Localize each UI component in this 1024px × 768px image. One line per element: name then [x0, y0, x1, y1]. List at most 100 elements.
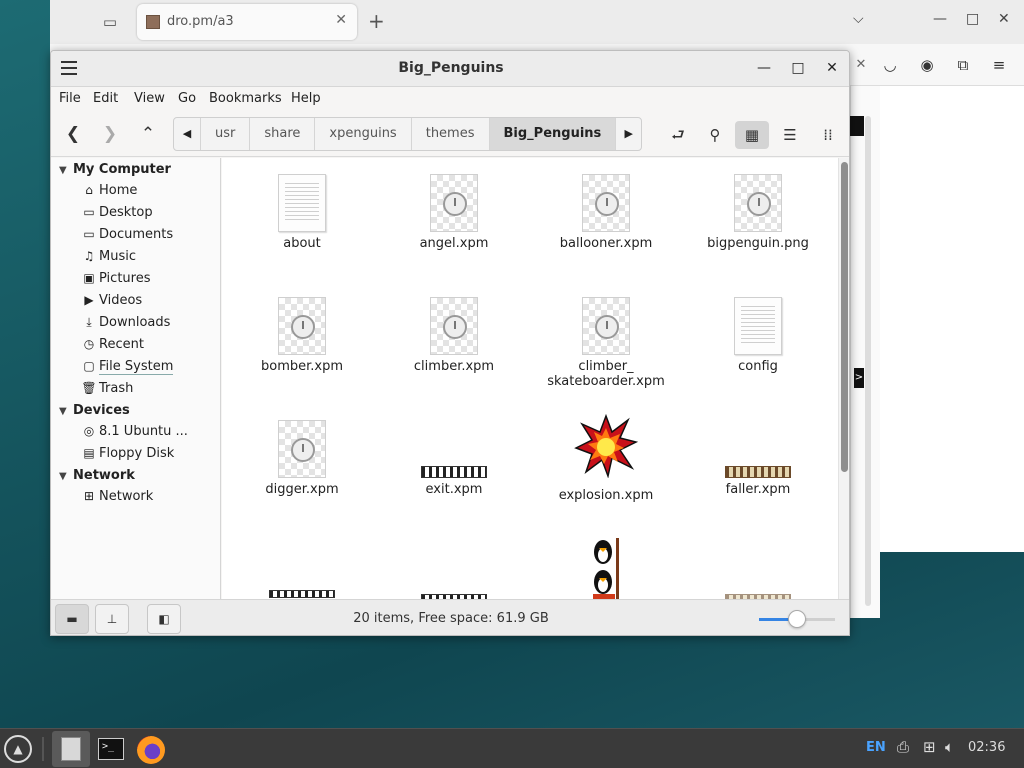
- file-item[interactable]: digger.xpm: [227, 420, 377, 497]
- browser-scrollbar[interactable]: [865, 116, 871, 606]
- file-name: faller.xpm: [725, 482, 791, 497]
- menu-bookmarks[interactable]: Bookmarks: [209, 91, 282, 106]
- taskbar-file-manager[interactable]: [52, 731, 90, 767]
- sidebar-item-floppy[interactable]: ▤ Floppy Disk: [79, 446, 174, 461]
- tab-close-icon[interactable]: ✕: [335, 12, 347, 28]
- pocket-icon[interactable]: ◡: [879, 54, 901, 76]
- menu-edit[interactable]: Edit: [93, 91, 118, 106]
- sidebar-item-downloads[interactable]: ⤓ Downloads: [79, 315, 170, 330]
- menu-view[interactable]: View: [134, 91, 165, 106]
- sidebar-item-recent[interactable]: ◷ Recent: [79, 337, 144, 352]
- browser-maximize-button[interactable]: □: [966, 11, 979, 27]
- zoom-slider[interactable]: [759, 610, 835, 628]
- breadcrumb-themes[interactable]: themes: [410, 118, 489, 150]
- file-item[interactable]: about: [227, 174, 377, 251]
- download-icon: ⤓: [86, 315, 92, 329]
- floppy-icon: ▤: [83, 446, 95, 460]
- page-dark-arrow: >: [854, 368, 864, 388]
- expand-triangle-icon: ▼: [59, 471, 67, 482]
- browser-minimize-button[interactable]: —: [933, 11, 947, 27]
- keyboard-layout-indicator[interactable]: EN: [866, 740, 886, 755]
- sidebar-item-pictures[interactable]: ▣ Pictures: [79, 271, 150, 286]
- browser-tab[interactable]: dro.pm/a3 ✕: [137, 4, 357, 40]
- pictures-icon: ▣: [83, 271, 95, 285]
- zoom-slider-handle[interactable]: [788, 610, 806, 628]
- menu-go[interactable]: Go: [178, 91, 196, 106]
- sidebar-item-network[interactable]: ⊞ Network: [79, 489, 153, 504]
- tab-list-chevron-icon[interactable]: ⌵: [853, 11, 864, 27]
- sidebar-close-icon[interactable]: ✕: [850, 54, 872, 76]
- file-icon-view: about angel.xpm ballooner.xpm bigpenguin…: [222, 158, 849, 599]
- maximize-button[interactable]: □: [789, 60, 807, 76]
- sidebar-item-home[interactable]: ⌂ Home: [79, 183, 137, 198]
- file-item[interactable]: angel.xpm: [379, 174, 529, 251]
- start-menu-icon[interactable]: ▲: [4, 735, 32, 763]
- close-button[interactable]: ✕: [823, 60, 841, 76]
- compact-view-button[interactable]: ⁞⁞: [811, 121, 845, 149]
- breadcrumb-left-arrow-icon[interactable]: ◀: [174, 118, 200, 150]
- sidebar-item-music[interactable]: ♫ Music: [79, 249, 136, 264]
- sidebar: ▼ My Computer ⌂ Home ▭ Desktop ▭ Documents ♫…: [51, 158, 221, 599]
- new-tab-button[interactable]: +: [368, 9, 385, 33]
- breadcrumb-right-arrow-icon[interactable]: ▶: [615, 118, 641, 150]
- extensions-icon[interactable]: ⧉: [952, 54, 974, 76]
- network-status-icon[interactable]: ⊞: [923, 738, 936, 756]
- taskbar-terminal[interactable]: >_: [92, 731, 130, 767]
- sidebar-section-my-computer[interactable]: ▼ My Computer: [59, 162, 171, 177]
- sidebar-item-trash[interactable]: 🗑︎ Trash: [79, 381, 133, 396]
- search-icon[interactable]: ⚲: [698, 121, 732, 149]
- breadcrumb-usr[interactable]: usr: [200, 118, 249, 150]
- breadcrumb-big-penguins[interactable]: Big_Penguins: [488, 118, 616, 150]
- file-item[interactable]: climber.xpm: [379, 297, 529, 374]
- file-item[interactable]: exit.xpm: [379, 420, 529, 497]
- file-cabinet-icon: [61, 737, 81, 761]
- sidebar-item-desktop[interactable]: ▭ Desktop: [79, 205, 152, 220]
- file-item[interactable]: ballooner.xpm: [531, 174, 681, 251]
- sidebar-item-file-system[interactable]: ▢ File System: [79, 359, 174, 375]
- scrollbar[interactable]: [838, 158, 849, 599]
- browser-menu-icon[interactable]: ≡: [988, 54, 1010, 76]
- sidebar-item-ubuntu-disc[interactable]: ◎ 8.1 Ubuntu ...: [79, 424, 188, 439]
- scrollbar-thumb[interactable]: [841, 162, 848, 472]
- file-item[interactable]: bomber.xpm: [227, 297, 377, 374]
- taskbar-firefox[interactable]: [132, 731, 170, 767]
- sidebar-item-videos[interactable]: ▶ Videos: [79, 293, 142, 308]
- file-item[interactable]: faller.xpm: [683, 420, 833, 497]
- expand-triangle-icon: ▼: [59, 406, 67, 417]
- text-document-icon: [278, 174, 326, 232]
- file-item[interactable]: [531, 538, 681, 599]
- sidebar-section-network[interactable]: ▼ Network: [59, 468, 135, 483]
- sprite-strip-icon: [421, 466, 487, 478]
- menu-help[interactable]: Help: [291, 91, 321, 106]
- file-item[interactable]: explosion.xpm: [531, 414, 681, 503]
- file-item[interactable]: [227, 590, 377, 598]
- breadcrumb-share[interactable]: share: [249, 118, 314, 150]
- browser-close-button[interactable]: ✕: [998, 11, 1010, 27]
- taskbar-separator: [42, 737, 44, 761]
- clock[interactable]: 02:36: [968, 740, 1005, 755]
- network-icon: ⊞: [83, 489, 95, 503]
- file-name: config: [738, 359, 778, 374]
- up-button[interactable]: ⌃: [134, 121, 162, 147]
- file-item[interactable]: bigpenguin.png: [683, 174, 833, 251]
- volume-icon[interactable]: 🔈︎: [945, 738, 954, 756]
- minimize-button[interactable]: —: [755, 60, 773, 76]
- sidebar-section-devices[interactable]: ▼ Devices: [59, 403, 130, 418]
- account-icon[interactable]: ◉: [916, 54, 938, 76]
- menu-file[interactable]: File: [59, 91, 81, 106]
- file-item[interactable]: config: [683, 297, 833, 374]
- expand-triangle-icon: ▼: [59, 165, 67, 176]
- printer-icon[interactable]: ⎙: [897, 738, 909, 756]
- firefox-icon: [137, 736, 165, 764]
- breadcrumb-xpenguins[interactable]: xpenguins: [314, 118, 410, 150]
- toolbar: ❮ ❯ ⌃ ◀ usr share xpenguins themes Big_P…: [51, 111, 849, 157]
- back-button[interactable]: ❮: [59, 121, 87, 147]
- toggle-location-icon[interactable]: ⮐: [661, 121, 695, 149]
- forward-button[interactable]: ❯: [96, 121, 124, 147]
- tab-overview-icon[interactable]: ▭: [96, 10, 124, 34]
- list-view-button[interactable]: ☰: [773, 121, 807, 149]
- sidebar-item-documents[interactable]: ▭ Documents: [79, 227, 173, 242]
- file-name: bomber.xpm: [260, 359, 343, 374]
- icon-view-button[interactable]: ▦: [735, 121, 769, 149]
- file-item[interactable]: climber_ skateboarder.xpm: [531, 297, 681, 389]
